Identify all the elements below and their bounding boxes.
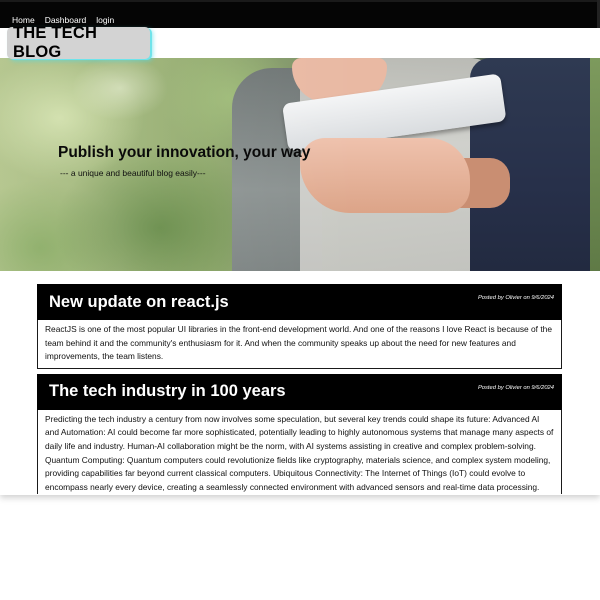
post-meta: Posted by Olivier on 9/6/2024 xyxy=(477,295,554,301)
hero-banner: Publish your innovation, your way --- a … xyxy=(0,58,600,271)
hero-subtitle: --- a unique and beautiful blog easily--… xyxy=(60,168,206,178)
browser-viewport: Home Dashboard login Publish your innova… xyxy=(0,0,600,495)
post-list: New update on react.js Posted by Olivier… xyxy=(37,284,562,495)
post-meta: Posted by Olivier on 9/6/2024 xyxy=(477,384,554,391)
site-logo[interactable]: THE TECH BLOG xyxy=(7,24,150,61)
post-body: Predicting the tech industry a century f… xyxy=(37,409,562,494)
site-logo-text: THE TECH BLOG xyxy=(13,24,98,61)
post-title[interactable]: New update on react.js xyxy=(49,293,229,312)
post-card[interactable]: The tech industry in 100 years Posted by… xyxy=(37,373,562,494)
post-header: The tech industry in 100 years Posted by… xyxy=(37,373,562,410)
post-card[interactable]: New update on react.js Posted by Olivier… xyxy=(37,284,562,369)
post-header: New update on react.js Posted by Olivier… xyxy=(37,284,562,320)
hero-title: Publish your innovation, your way xyxy=(58,144,311,161)
hero-overlay xyxy=(0,58,600,271)
post-title[interactable]: The tech industry in 100 years xyxy=(49,382,286,401)
post-body: ReactJS is one of the most popular UI li… xyxy=(37,320,562,369)
